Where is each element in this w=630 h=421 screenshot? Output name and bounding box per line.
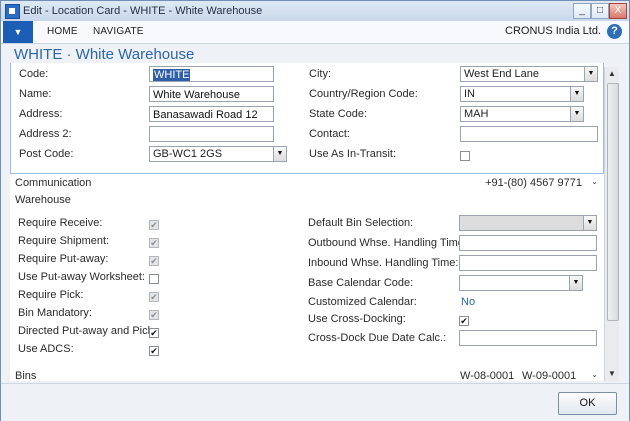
customized-calendar-label: Customized Calendar: [308,296,417,308]
bins-title: Bins [15,370,37,381]
chevron-down-icon[interactable]: ▼ [570,107,583,121]
general-fasttab: Code: WHITE Name: White Warehouse Addres… [10,63,604,174]
use-cross-docking-label: Use Cross-Docking: [308,313,406,325]
city-value: West End Lane [464,68,540,80]
warehouse-title: Warehouse [15,194,71,206]
customized-calendar-link[interactable]: No [461,296,475,308]
require-receive-label: Require Receive: [18,217,103,229]
default-bin-selection-label: Default Bin Selection: [308,217,414,229]
use-adcs-checkbox[interactable]: ✔ [149,346,159,356]
post-code-label: Post Code: [19,148,74,160]
footer-bar: OK [1,383,629,421]
directed-put-away-label: Directed Put-away and Pick: [18,325,157,337]
country-dropdown[interactable]: IN ▼ [460,86,584,102]
use-cross-docking-checkbox[interactable]: ✔ [459,316,469,326]
ok-button[interactable]: OK [558,392,617,415]
bins-summary-2: W-09-0001 [522,370,577,381]
directed-put-away-checkbox[interactable]: ✔ [149,328,159,338]
company-name: CRONUS India Ltd. [505,25,601,37]
bins-summary-1: W-08-0001 [460,370,515,381]
window-title: Edit - Location Card - WHITE - White War… [23,5,263,17]
address-label: Address: [19,108,63,120]
use-put-away-worksheet-label: Use Put-away Worksheet: [18,271,145,283]
chevron-down-icon[interactable]: ▼ [583,216,596,230]
close-button[interactable]: X [609,3,627,19]
contact-label: Contact: [309,128,350,140]
base-calendar-code-label: Base Calendar Code: [308,277,414,289]
bins-fasttab-header[interactable]: Bins W-08-0001 W-09-0001 ⌄ [10,368,604,381]
minimize-button[interactable]: _ [573,3,591,19]
vertical-scrollbar[interactable]: ▲ ▼ [604,67,619,381]
country-label: Country/Region Code: [309,88,418,100]
city-label: City: [309,68,331,80]
outbound-handling-time-field[interactable] [459,235,597,251]
communication-title: Communication [15,177,92,189]
cross-dock-due-date-label: Cross-Dock Due Date Calc.: [308,332,447,344]
communication-fasttab-header[interactable]: Communication +91-(80) 4567 9771 ⌄ [10,175,604,192]
inbound-handling-time-label: Inbound Whse. Handling Time: [308,257,459,269]
address2-field[interactable] [149,126,274,142]
post-code-dropdown[interactable]: GB-WC1 2GS ▼ [149,146,287,162]
help-icon[interactable]: ? [607,24,622,39]
address-field[interactable]: Banasawadi Road 12 [149,106,274,122]
use-adcs-label: Use ADCS: [18,343,74,355]
ribbon: ▼ HOME NAVIGATE CRONUS India Ltd. ? [1,21,629,44]
scroll-thumb[interactable] [607,83,619,321]
city-dropdown[interactable]: West End Lane ▼ [460,66,598,82]
state-label: State Code: [309,108,368,120]
name-field[interactable]: White Warehouse [149,86,274,102]
warehouse-fasttab-header[interactable]: Warehouse [10,192,604,209]
app-icon [5,4,20,19]
chevron-down-icon[interactable]: ▼ [273,147,286,161]
app-menu-button[interactable]: ▼ [3,21,33,43]
country-value: IN [464,88,475,100]
bin-mandatory-checkbox[interactable]: ✔ [149,310,159,320]
bin-mandatory-label: Bin Mandatory: [18,307,92,319]
chevron-down-icon[interactable]: ⌄ [591,177,598,186]
chevron-down-icon[interactable]: ▼ [570,87,583,101]
tab-navigate[interactable]: NAVIGATE [93,26,144,37]
chevron-down-icon[interactable]: ▼ [584,67,597,81]
code-label: Code: [19,68,49,80]
require-pick-checkbox[interactable]: ✔ [149,292,159,302]
communication-summary: +91-(80) 4567 9771 [485,177,582,189]
base-calendar-code-dropdown[interactable]: ▼ [459,275,583,291]
tab-home[interactable]: HOME [47,26,78,37]
in-transit-label: Use As In-Transit: [309,148,397,160]
require-put-away-label: Require Put-away: [18,253,109,265]
code-field[interactable]: WHITE [149,66,274,82]
outbound-handling-time-label: Outbound Whse. Handling Time: [308,237,467,249]
inbound-handling-time-field[interactable] [459,255,597,271]
require-shipment-checkbox[interactable]: ✔ [149,238,159,248]
address2-label: Address 2: [19,128,72,140]
contact-field[interactable] [460,126,598,142]
require-shipment-label: Require Shipment: [18,235,110,247]
scroll-down-arrow-icon[interactable]: ▼ [606,368,618,380]
require-put-away-checkbox[interactable]: ✔ [149,256,159,266]
name-label: Name: [19,88,52,100]
state-dropdown[interactable]: MAH ▼ [460,106,584,122]
require-receive-checkbox[interactable]: ✔ [149,220,159,230]
use-put-away-worksheet-checkbox[interactable] [149,274,159,284]
page-title: WHITE · White Warehouse [14,46,195,63]
cross-dock-due-date-field[interactable] [459,330,597,346]
chevron-down-icon[interactable]: ⌄ [591,370,598,379]
in-transit-checkbox[interactable] [460,151,470,161]
maximize-button[interactable]: □ [591,3,609,19]
require-pick-label: Require Pick: [18,289,84,301]
default-bin-selection-dropdown[interactable]: ▼ [459,215,597,231]
chevron-down-icon[interactable]: ▼ [569,276,582,290]
state-value: MAH [464,108,489,120]
location-card-window: Edit - Location Card - WHITE - White War… [0,0,630,421]
post-code-value: GB-WC1 2GS [153,148,223,160]
scroll-up-arrow-icon[interactable]: ▲ [606,68,618,80]
title-bar[interactable]: Edit - Location Card - WHITE - White War… [1,1,629,22]
card-content: Code: WHITE Name: White Warehouse Addres… [10,63,604,381]
